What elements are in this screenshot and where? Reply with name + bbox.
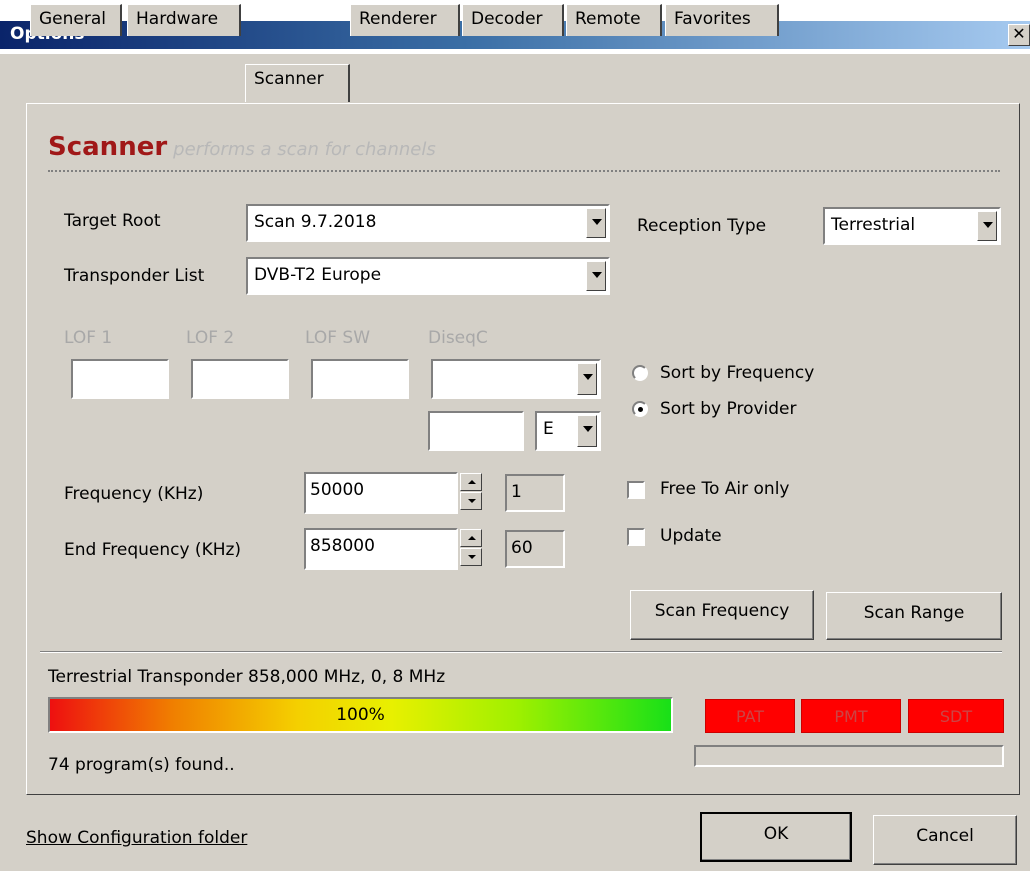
transponder-status: Terrestrial Transponder 858,000 MHz, 0, …: [48, 667, 446, 687]
secondary-progress-bar: [694, 745, 1004, 767]
target-root-value: Scan 9.7.2018: [254, 212, 377, 232]
tab-hardware[interactable]: Hardware: [127, 4, 241, 36]
tab-general[interactable]: General: [30, 4, 122, 36]
tab-favorites[interactable]: Favorites: [665, 4, 779, 36]
update-checkbox[interactable]: [627, 528, 645, 546]
chevron-down-icon[interactable]: [577, 415, 597, 447]
ok-button[interactable]: OK: [700, 812, 852, 862]
sort-frequency-label[interactable]: Sort by Frequency: [660, 363, 814, 383]
section-title: Scanner: [48, 132, 168, 162]
sort-frequency-radio[interactable]: [632, 365, 648, 381]
close-icon[interactable]: ✕: [1008, 24, 1030, 46]
spin-up-icon[interactable]: [460, 473, 482, 491]
scan-range-button[interactable]: Scan Range: [826, 592, 1002, 640]
spin-down-icon[interactable]: [460, 492, 482, 510]
pat-indicator: PAT: [705, 699, 795, 733]
free-to-air-label[interactable]: Free To Air only: [660, 479, 789, 499]
tab-renderer[interactable]: Renderer: [350, 4, 460, 36]
reception-type-value: Terrestrial: [831, 215, 916, 235]
options-dialog: Options ✕ General Hardware Scanner Rende…: [0, 0, 1030, 871]
lof2-field[interactable]: [191, 359, 289, 399]
scan-progress-bar: 100%: [48, 697, 673, 733]
direction-combo[interactable]: E: [535, 411, 601, 451]
end-frequency-label: End Frequency (KHz): [64, 540, 242, 560]
lof1-field[interactable]: [71, 359, 169, 399]
direction-value: E: [543, 419, 554, 439]
pmt-indicator: PMT: [801, 699, 901, 733]
diseqc-label: DiseqC: [428, 328, 488, 348]
section-header: Scanner performs a scan for channels: [48, 132, 436, 162]
sdt-indicator: SDT: [908, 699, 1004, 733]
tab-decoder[interactable]: Decoder: [462, 4, 564, 36]
spin-down-icon[interactable]: [460, 548, 482, 566]
progress-percent: 100%: [336, 705, 385, 725]
end-frequency-channel: 60: [505, 530, 565, 568]
sort-provider-label[interactable]: Sort by Provider: [660, 399, 797, 419]
frequency-value: 50000: [310, 480, 365, 500]
frequency-channel: 1: [505, 474, 565, 512]
lofsw-label: LOF SW: [305, 328, 371, 348]
show-config-folder-link[interactable]: Show Configuration folder: [26, 828, 247, 848]
programs-found: 74 program(s) found..: [48, 755, 235, 775]
lofsw-field[interactable]: [311, 359, 409, 399]
chevron-down-icon[interactable]: [577, 363, 597, 395]
update-label[interactable]: Update: [660, 526, 722, 546]
cancel-button[interactable]: Cancel: [873, 815, 1017, 865]
reception-type-combo[interactable]: Terrestrial: [823, 207, 1001, 245]
lof1-label: LOF 1: [64, 328, 113, 348]
sort-provider-radio[interactable]: [632, 401, 648, 417]
target-root-combo[interactable]: Scan 9.7.2018: [246, 204, 610, 242]
frequency-label: Frequency (KHz): [64, 484, 204, 504]
dotted-divider: [48, 170, 1000, 172]
target-root-label: Target Root: [64, 211, 161, 231]
frequency-spinner[interactable]: [460, 473, 482, 511]
tab-scanner[interactable]: Scanner: [245, 64, 350, 102]
diseqc-combo[interactable]: [431, 359, 601, 399]
end-frequency-spinner[interactable]: [460, 529, 482, 567]
position-field[interactable]: [428, 411, 524, 451]
frequency-input[interactable]: 50000: [304, 472, 458, 514]
transponder-list-label: Transponder List: [64, 266, 205, 286]
transponder-list-value: DVB-T2 Europe: [254, 265, 382, 285]
transponder-list-combo[interactable]: DVB-T2 Europe: [246, 257, 610, 295]
scan-frequency-button[interactable]: Scan Frequency: [630, 590, 814, 640]
reception-type-label: Reception Type: [637, 216, 767, 236]
chevron-down-icon[interactable]: [586, 261, 606, 291]
free-to-air-checkbox[interactable]: [627, 481, 645, 499]
section-subtitle: performs a scan for channels: [173, 139, 436, 160]
lof2-label: LOF 2: [186, 328, 235, 348]
tab-remote[interactable]: Remote: [566, 4, 662, 36]
chevron-down-icon[interactable]: [586, 208, 606, 238]
end-frequency-value: 858000: [310, 536, 375, 556]
chevron-down-icon[interactable]: [977, 211, 997, 241]
end-frequency-input[interactable]: 858000: [304, 528, 458, 570]
divider: [40, 651, 1002, 653]
spin-up-icon[interactable]: [460, 529, 482, 547]
